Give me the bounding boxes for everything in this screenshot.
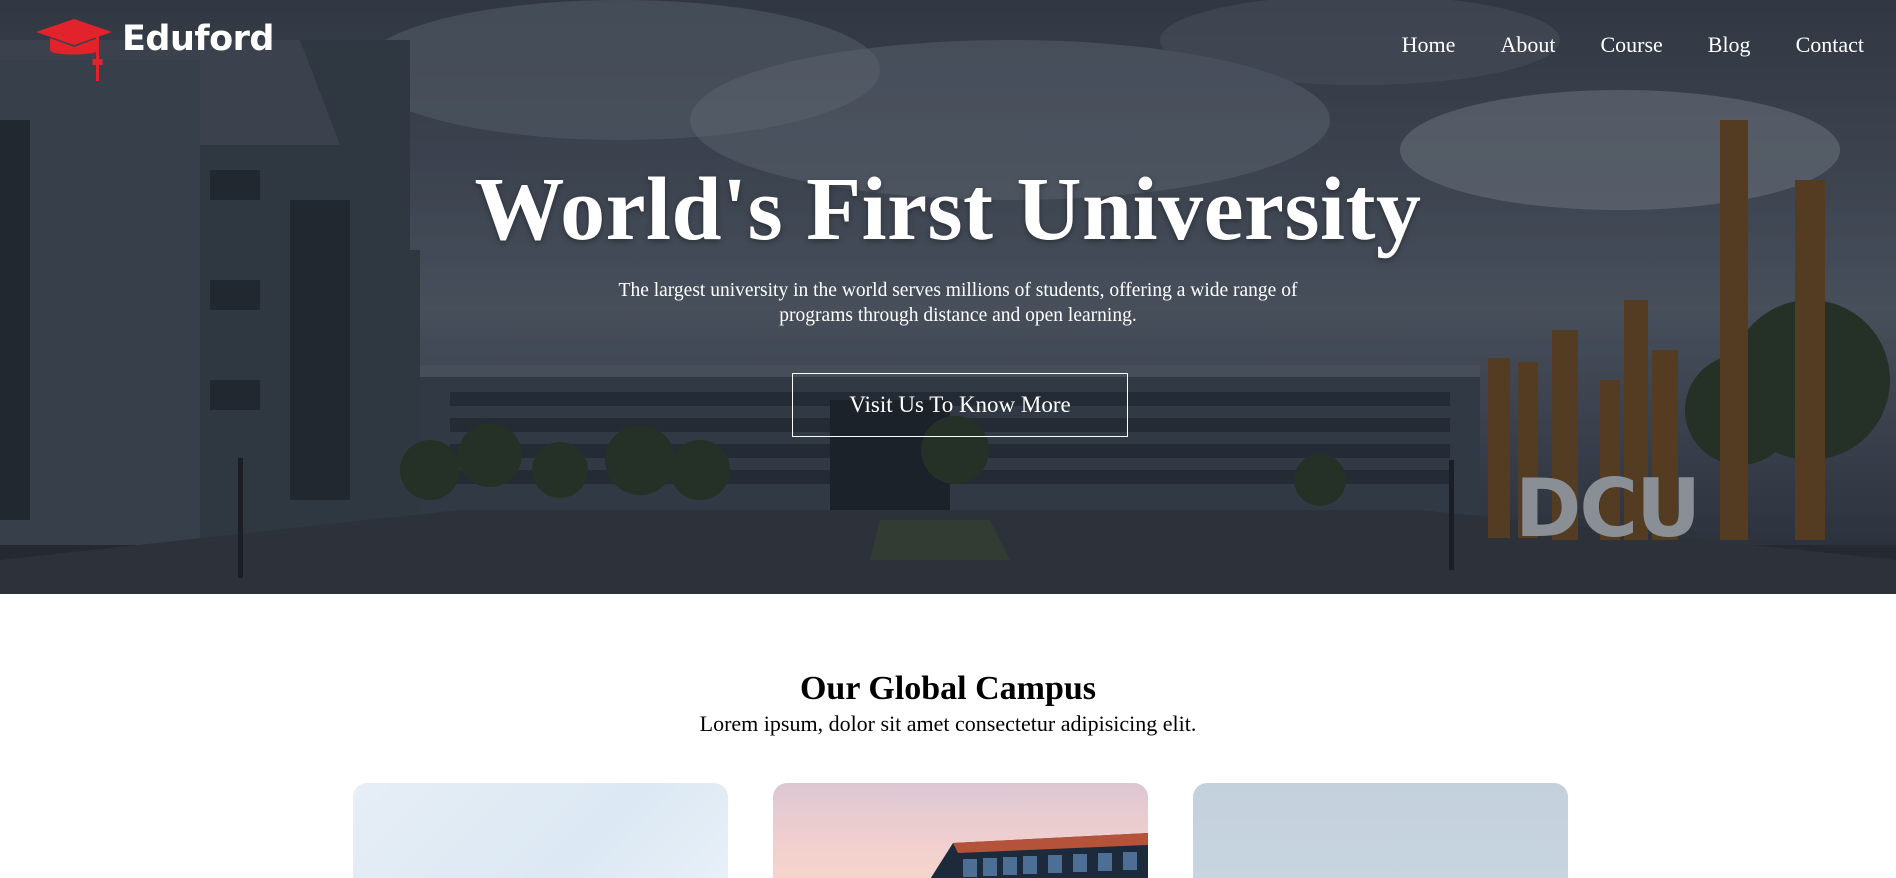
campus-image: [1193, 783, 1568, 878]
nav-course[interactable]: Course: [1600, 32, 1662, 58]
nav-contact[interactable]: Contact: [1796, 32, 1864, 58]
campus-title: Our Global Campus: [799, 670, 1096, 707]
campus-image: [930, 833, 1148, 878]
campus-card[interactable]: [773, 783, 1148, 878]
nav-about[interactable]: About: [1500, 32, 1555, 58]
hero-title: World's First University: [474, 160, 1422, 259]
dcu-sign: DCU: [1515, 462, 1701, 555]
hero-subtitle: The largest university in the world serv…: [618, 280, 1298, 326]
main-nav: Home About Course Blog Contact: [1357, 32, 1864, 58]
campus-image: [353, 783, 728, 878]
brand-logo[interactable]: Eduford: [36, 19, 274, 81]
graduation-cap-icon: [36, 19, 112, 81]
campus-subtitle: Lorem ipsum, dolor sit amet consectetur …: [699, 711, 1197, 736]
nav-home[interactable]: Home: [1402, 32, 1456, 58]
campus-card[interactable]: [1193, 783, 1568, 878]
campus-card[interactable]: [353, 783, 728, 878]
hero-section: DCU Eduford Home About Course Blog Conta…: [0, 0, 1896, 594]
nav-blog[interactable]: Blog: [1708, 32, 1751, 58]
visit-us-button[interactable]: Visit Us To Know More: [792, 373, 1128, 437]
brand-name: Eduford: [122, 19, 274, 59]
